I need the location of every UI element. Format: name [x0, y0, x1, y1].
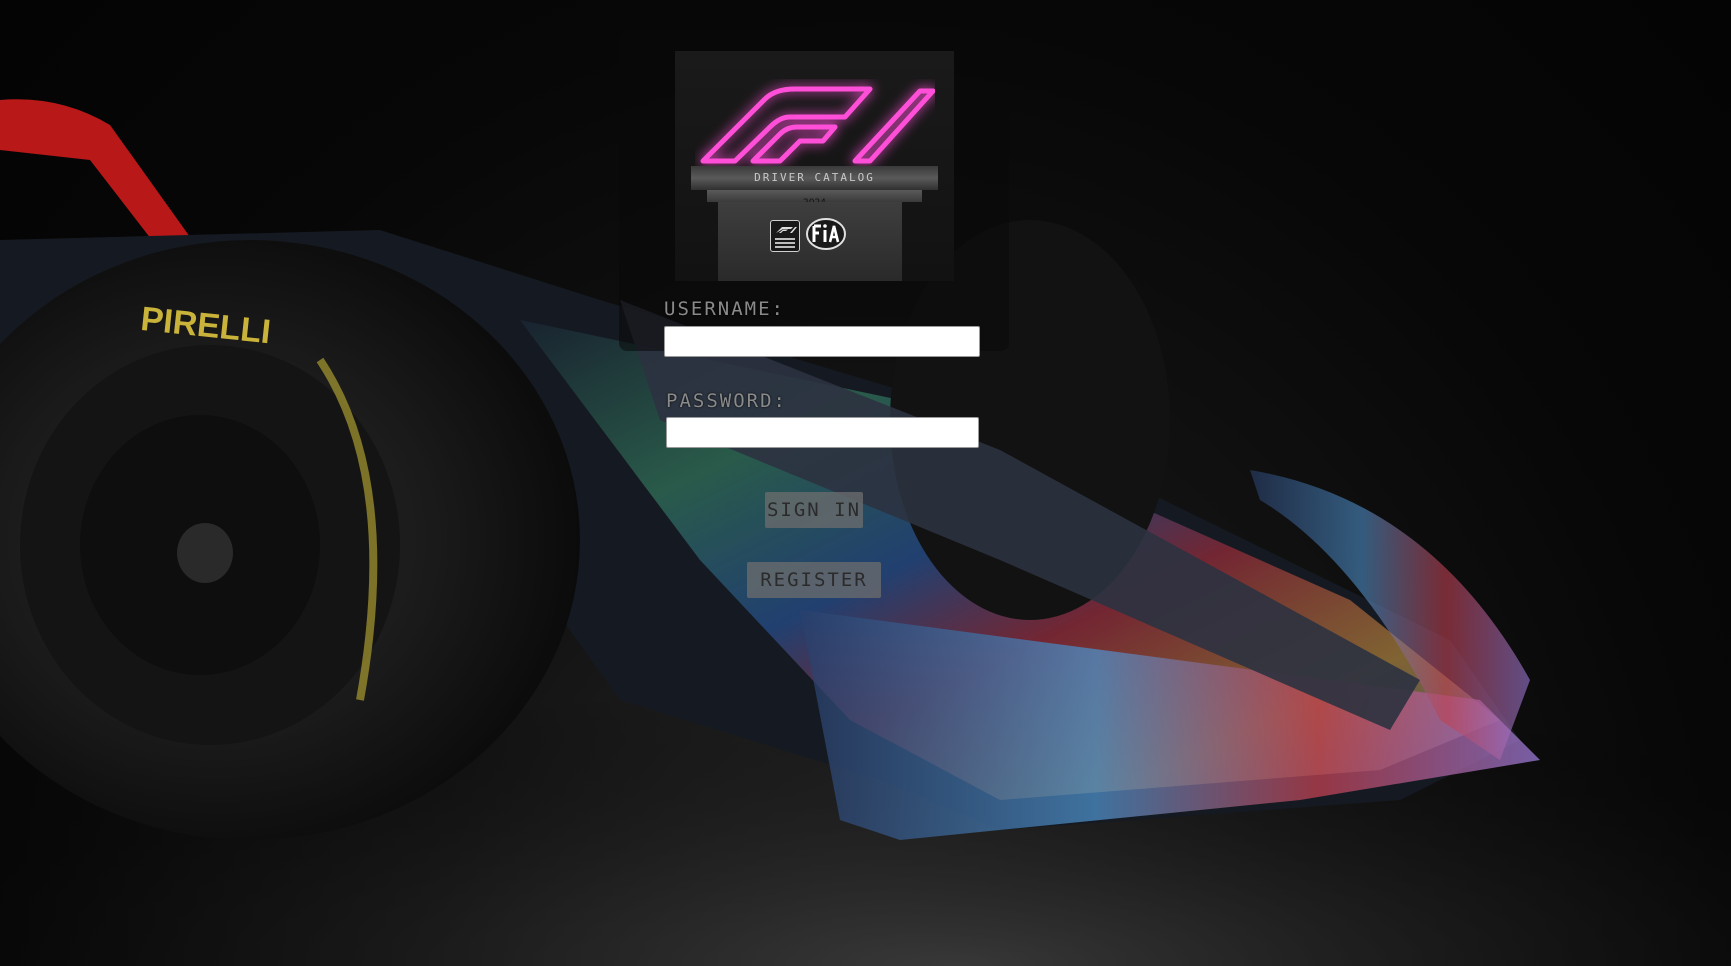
catalog-title: DRIVER CATALOG	[754, 171, 875, 184]
brand-logo-panel: DRIVER CATALOG 2024	[675, 51, 954, 281]
license-badges	[718, 202, 902, 281]
password-label: PASSWORD:	[666, 390, 787, 412]
catalog-title-band: DRIVER CATALOG	[691, 166, 938, 190]
fia-icon	[806, 218, 846, 250]
year-band: 2024	[707, 190, 922, 208]
formula1-licensed-product-icon	[770, 220, 800, 252]
username-input[interactable]	[664, 326, 980, 357]
username-label: USERNAME:	[664, 298, 785, 320]
sign-in-button[interactable]: SIGN IN	[765, 492, 863, 528]
password-input[interactable]	[666, 417, 979, 448]
f1-neon-logo-icon	[700, 86, 935, 164]
register-button[interactable]: REGISTER	[747, 562, 881, 598]
login-page: PIRELLI DRIVER CATALOG 2024	[0, 0, 1731, 966]
